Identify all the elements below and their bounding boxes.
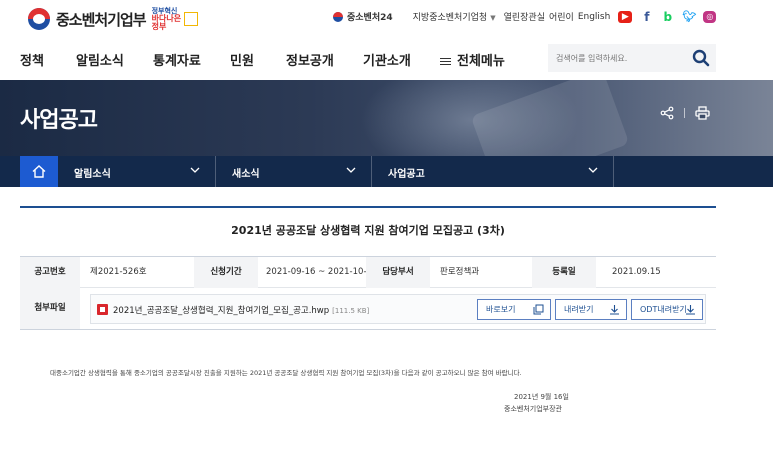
post-meta-row: 공고번호 제2021-526호 신청기간 2021-09-16 ~ 2021-1… bbox=[20, 256, 716, 288]
odt-download-label: ODT내려받기 bbox=[640, 305, 687, 314]
download-icon bbox=[686, 305, 695, 315]
site-logo[interactable]: 중소벤처기업부 정부혁신 바다나은 정부 bbox=[28, 7, 198, 31]
twitter-icon[interactable]: 🐦︎ bbox=[682, 10, 696, 23]
nav-item-news[interactable]: 알림소식 bbox=[76, 50, 124, 69]
breadcrumb-label: 새소식 bbox=[232, 169, 260, 180]
search-icon bbox=[692, 49, 710, 67]
tools-divider bbox=[684, 108, 685, 118]
chevron-down-icon bbox=[190, 167, 200, 173]
post-body: 대중소기업간 상생협력을 통해 중소기업의 공공조달시장 진출을 지원하는 20… bbox=[50, 369, 522, 377]
sign-date: 2021년 9월 16일 bbox=[514, 393, 569, 401]
period-value: 2021-09-16 ~ 2021-10-15 bbox=[266, 267, 378, 277]
logo-text: 중소벤처기업부 bbox=[56, 10, 147, 29]
attachment-label: 첨부파일 bbox=[20, 288, 80, 329]
page-banner: 사업공고 bbox=[0, 80, 773, 156]
share-icon[interactable] bbox=[660, 106, 674, 120]
youtube-icon[interactable]: ▶ bbox=[618, 10, 633, 23]
slogan-line2: 바다나은 정부 bbox=[151, 14, 182, 31]
kids-link[interactable]: 어린이 bbox=[549, 10, 574, 23]
nav-item-civil[interactable]: 민원 bbox=[230, 50, 254, 69]
hamburger-icon bbox=[440, 56, 451, 67]
download-label: 내려받기 bbox=[564, 305, 594, 314]
print-icon[interactable] bbox=[695, 106, 710, 120]
preview-label: 바로보기 bbox=[486, 305, 516, 314]
sme24-logo-icon bbox=[333, 11, 343, 22]
banner-tools bbox=[660, 106, 710, 120]
caret-down-icon: ▼ bbox=[490, 14, 496, 22]
all-menu-button[interactable]: 전체메뉴 bbox=[440, 50, 505, 69]
taegeuk-logo-icon bbox=[28, 8, 50, 30]
attachment-row: 첨부파일 2021년_공공조달_상생협력_지원_참여기업_모집_공고.hwp [1… bbox=[20, 288, 716, 330]
odt-download-button[interactable]: ODT내려받기 bbox=[631, 299, 703, 320]
number-value: 제2021-526호 bbox=[90, 267, 147, 277]
sme24-label: 중소벤처24 bbox=[347, 13, 393, 23]
dept-value: 판로정책과 bbox=[440, 267, 480, 277]
sme24-link[interactable]: 중소벤처24 bbox=[333, 10, 393, 23]
download-button[interactable]: 내려받기 bbox=[555, 299, 627, 320]
home-icon bbox=[32, 165, 46, 178]
file-name: 2021년_공공조달_상생협력_지원_참여기업_모집_공고.hwp bbox=[113, 306, 330, 316]
search-button[interactable] bbox=[692, 49, 710, 67]
chevron-down-icon bbox=[588, 167, 598, 173]
file-size: [111.5 KB] bbox=[332, 307, 370, 315]
page-title: 사업공고 bbox=[20, 108, 98, 133]
english-link[interactable]: English bbox=[578, 12, 611, 22]
nav-item-disclosure[interactable]: 정보공개 bbox=[286, 50, 334, 69]
open-office-link[interactable]: 열린장관실 bbox=[504, 10, 545, 23]
slogan: 정부혁신 바다나은 정부 bbox=[152, 7, 182, 31]
blog-icon[interactable]: b bbox=[661, 11, 674, 23]
breadcrumb: 알림소식 새소식 사업공고 bbox=[0, 156, 773, 187]
utility-links: 중소벤처24 지방중소벤처기업청 ▼ 열린장관실 어린이 English ▶ f … bbox=[333, 10, 717, 23]
top-utility-bar: 중소벤처기업부 정부혁신 바다나은 정부 중소벤처24 지방중소벤처기업청 ▼ 열… bbox=[0, 0, 773, 36]
breadcrumb-item-news[interactable]: 알림소식 bbox=[58, 156, 216, 187]
chevron-down-icon bbox=[346, 167, 356, 173]
hwp-file-icon bbox=[97, 304, 108, 315]
facebook-icon[interactable]: f bbox=[640, 11, 653, 23]
title-divider bbox=[20, 206, 716, 208]
attachment-box: 2021년_공공조달_상생협력_지원_참여기업_모집_공고.hwp [111.5 … bbox=[90, 294, 706, 324]
nav-item-about[interactable]: 기관소개 bbox=[363, 50, 411, 69]
search-box bbox=[548, 44, 716, 72]
preview-button[interactable]: 바로보기 bbox=[477, 299, 551, 320]
nav-item-policy[interactable]: 정책 bbox=[20, 50, 44, 69]
date-label: 등록일 bbox=[532, 257, 596, 288]
breadcrumb-label: 알림소식 bbox=[74, 169, 111, 180]
date-value: 2021.09.15 bbox=[612, 267, 661, 277]
slogan-badge-icon bbox=[183, 12, 198, 26]
nav-item-statistics[interactable]: 통계자료 bbox=[153, 50, 201, 69]
instagram-icon[interactable]: ◎ bbox=[703, 10, 717, 23]
breadcrumb-item-notices[interactable]: 새소식 bbox=[216, 156, 372, 187]
post-title: 2021년 공공조달 상생협력 지원 참여기업 모집공고 (3차) bbox=[231, 224, 505, 237]
all-menu-label: 전체메뉴 bbox=[457, 54, 505, 69]
period-label: 신청기간 bbox=[194, 257, 258, 288]
regional-office-label: 지방중소벤처기업청 bbox=[412, 13, 488, 23]
social-links: ▶ f b 🐦︎ ◎ bbox=[618, 10, 717, 23]
breadcrumb-item-business[interactable]: 사업공고 bbox=[372, 156, 614, 187]
attachment-file[interactable]: 2021년_공공조달_상생협력_지원_참여기업_모집_공고.hwp [111.5 … bbox=[113, 304, 369, 316]
dept-label: 담당부서 bbox=[366, 257, 430, 288]
regional-office-dropdown[interactable]: 지방중소벤처기업청 ▼ bbox=[413, 10, 496, 23]
number-label: 공고번호 bbox=[20, 257, 80, 288]
download-icon bbox=[610, 305, 619, 315]
sign-organization: 중소벤처기업부장관 bbox=[504, 405, 562, 413]
home-button[interactable] bbox=[20, 156, 58, 187]
main-navigation: 정책 알림소식 통계자료 민원 정보공개 기관소개 전체메뉴 bbox=[0, 36, 773, 80]
window-icon bbox=[533, 304, 544, 315]
breadcrumb-label: 사업공고 bbox=[388, 169, 425, 180]
search-input[interactable] bbox=[556, 50, 686, 66]
